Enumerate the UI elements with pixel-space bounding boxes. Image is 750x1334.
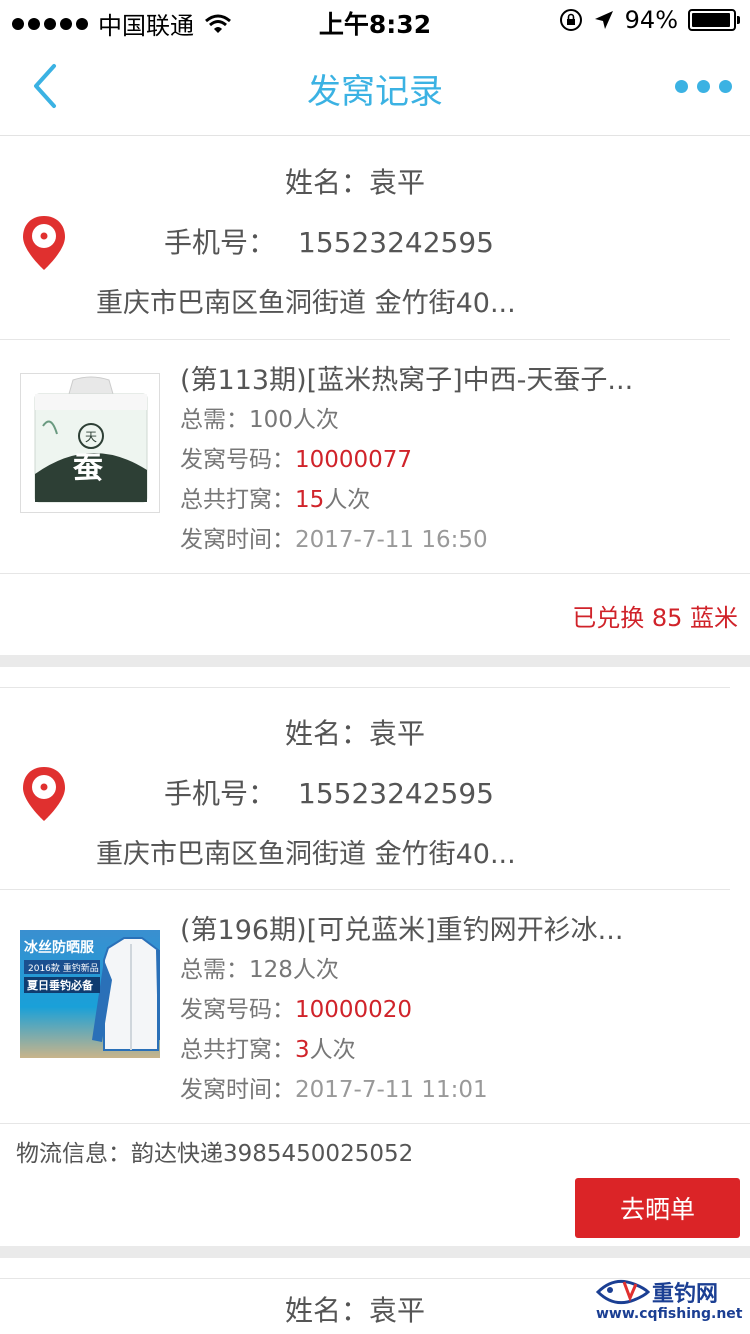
total-label: 总共打窝： bbox=[180, 487, 295, 513]
total-count: 15 bbox=[295, 487, 325, 513]
name-label: 姓名： bbox=[284, 717, 369, 750]
time-label: 发窝时间： bbox=[180, 527, 295, 553]
share-order-button[interactable]: 去晒单 bbox=[575, 1178, 740, 1238]
name-label: 姓名： bbox=[284, 166, 369, 199]
thumb-text-2: 2016款 重钓新品 bbox=[28, 962, 99, 974]
svg-text:天: 天 bbox=[85, 430, 97, 444]
watermark-brand: 重钓网 bbox=[652, 1282, 719, 1307]
phone-value: 15523242595 bbox=[298, 777, 494, 810]
need-value: 128人次 bbox=[249, 957, 339, 983]
address-block[interactable]: 姓名：袁平 手机号： 15523242595 重庆市巴南区鱼洞街道 金竹街40..… bbox=[0, 137, 730, 340]
record-card: 姓名：袁平 手机号： 15523242595 重庆市巴南区鱼洞街道 金竹街40..… bbox=[0, 687, 750, 1248]
section-divider bbox=[0, 655, 750, 667]
time-value: 2017-7-11 16:50 bbox=[295, 527, 488, 553]
need-label: 总需： bbox=[180, 957, 249, 983]
exchanged-status: 已兑换 85 蓝米 bbox=[572, 604, 738, 632]
phone-label: 手机号： bbox=[164, 226, 277, 259]
need-row: 总需：128人次 bbox=[180, 950, 339, 984]
page-title: 发窝记录 bbox=[307, 72, 443, 112]
battery-icon bbox=[688, 9, 740, 31]
code-label: 发窝号码： bbox=[180, 447, 295, 473]
need-label: 总需： bbox=[180, 407, 249, 433]
phone-value: 15523242595 bbox=[298, 226, 494, 259]
location-pin-icon bbox=[23, 767, 65, 821]
fish-logo-icon bbox=[595, 1279, 650, 1305]
code-row: 发窝号码：10000077 bbox=[180, 440, 412, 474]
code-row: 发窝号码：10000020 bbox=[180, 990, 412, 1024]
time-label: 发窝时间： bbox=[180, 1077, 295, 1103]
watermark-url: www.cqfishing.net bbox=[596, 1306, 743, 1322]
need-row: 总需：100人次 bbox=[180, 400, 339, 434]
phone-label: 手机号： bbox=[164, 777, 277, 810]
recipient-phone: 手机号： 15523242595 bbox=[164, 221, 494, 261]
time-row: 发窝时间：2017-7-11 16:50 bbox=[180, 520, 488, 554]
logistics-row: 物流信息：韵达快递3985450025052 去晒单 bbox=[0, 1124, 750, 1248]
thumb-text-3: 夏日垂钓必备 bbox=[27, 978, 94, 992]
thumb-text-1: 冰丝防晒服 bbox=[24, 939, 95, 956]
sun-protection-jacket-image: 冰丝防晒服 2016款 重钓新品 夏日垂钓必备 bbox=[20, 930, 160, 1058]
goods-item[interactable]: 天 蚕 (第113期)[蓝米热窝子]中西-天蚕子... 总需：100人次 发窝号… bbox=[0, 340, 750, 574]
fishing-line-package-image: 天 蚕 bbox=[21, 374, 159, 512]
svg-text:蚕: 蚕 bbox=[73, 451, 103, 486]
rotation-lock-icon bbox=[559, 9, 582, 31]
battery-percent: 94% bbox=[624, 6, 678, 34]
name-label: 姓名： bbox=[284, 1294, 369, 1327]
status-right: 94% bbox=[559, 6, 740, 34]
nav-bar: 发窝记录 bbox=[0, 40, 750, 136]
recipient-name: 姓名：袁平 bbox=[0, 712, 730, 752]
total-unit: 人次 bbox=[324, 487, 371, 513]
time-row: 发窝时间：2017-7-11 11:01 bbox=[180, 1070, 488, 1104]
recipient-name: 姓名：袁平 bbox=[0, 161, 730, 201]
code-value: 10000020 bbox=[295, 997, 413, 1023]
total-unit: 人次 bbox=[309, 1037, 356, 1063]
record-card: 姓名：袁平 手机号： 15523242595 重庆市巴南区鱼洞街道 金竹街40..… bbox=[0, 137, 750, 654]
name-value: 袁平 bbox=[369, 166, 426, 199]
total-row: 总共打窝：15人次 bbox=[180, 480, 370, 514]
section-divider bbox=[0, 1246, 750, 1258]
address-block[interactable]: 姓名：袁平 手机号： 15523242595 重庆市巴南区鱼洞街道 金竹街40..… bbox=[0, 687, 730, 890]
total-count: 3 bbox=[295, 1037, 310, 1063]
total-label: 总共打窝： bbox=[180, 1037, 295, 1063]
total-row: 总共打窝：3人次 bbox=[180, 1030, 356, 1064]
status-bar: 中国联通 上午8:32 94% bbox=[0, 0, 750, 40]
product-image: 冰丝防晒服 2016款 重钓新品 夏日垂钓必备 bbox=[20, 930, 160, 1058]
code-label: 发窝号码： bbox=[180, 997, 295, 1023]
recipient-address: 重庆市巴南区鱼洞街道 金竹街40... bbox=[96, 839, 516, 870]
time-value: 2017-7-11 11:01 bbox=[295, 1077, 488, 1103]
exchange-row: 已兑换 85 蓝米 bbox=[0, 574, 750, 654]
product-image: 天 蚕 bbox=[20, 373, 160, 513]
location-arrow-icon bbox=[594, 11, 613, 29]
need-value: 100人次 bbox=[249, 407, 339, 433]
name-value: 袁平 bbox=[369, 1294, 426, 1327]
goods-item[interactable]: 冰丝防晒服 2016款 重钓新品 夏日垂钓必备 (第196期)[可兑蓝米]重钓网… bbox=[0, 890, 750, 1124]
watermark-logo: 重钓网 www.cqfishing.net bbox=[594, 1274, 744, 1326]
recipient-phone: 手机号： 15523242595 bbox=[164, 772, 494, 812]
location-pin-icon bbox=[23, 216, 65, 270]
name-value: 袁平 bbox=[369, 717, 426, 750]
goods-title: (第196期)[可兑蓝米]重钓网开衫冰... bbox=[180, 915, 624, 946]
code-value: 10000077 bbox=[295, 447, 413, 473]
goods-title: (第113期)[蓝米热窝子]中西-天蚕子... bbox=[180, 365, 634, 396]
recipient-address: 重庆市巴南区鱼洞街道 金竹街40... bbox=[96, 288, 516, 319]
logistics-info: 物流信息：韵达快递3985450025052 bbox=[16, 1141, 414, 1167]
more-icon[interactable] bbox=[675, 80, 732, 93]
